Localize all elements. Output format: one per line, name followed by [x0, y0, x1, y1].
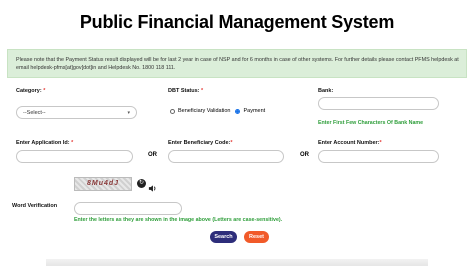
application-id-label: Enter Application Id: * [16, 140, 74, 146]
or-separator-2: OR [300, 152, 309, 158]
application-id-input[interactable] [16, 150, 133, 163]
page-title: Public Financial Management System [79, 12, 395, 32]
word-verification-label: Word Verification [12, 203, 58, 209]
radio-beneficiary-validation[interactable] [170, 108, 175, 114]
account-number-input[interactable] [318, 150, 439, 163]
radio-payment-label: Payment [243, 108, 266, 114]
beneficiary-code-input[interactable] [168, 150, 284, 163]
notice-text: Please note that the Payment Status resu… [16, 57, 459, 71]
search-button[interactable]: Search [210, 231, 237, 243]
footer-shadow [46, 259, 428, 266]
chevron-down-icon: ▾ [127, 109, 130, 116]
captcha-hint: Enter the letters as they are shown in t… [74, 217, 283, 223]
category-selected-value: --Select-- [23, 109, 46, 116]
bank-label: Bank: [318, 88, 334, 94]
dbt-status-label: DBT Status: * [168, 88, 204, 94]
speaker-icon[interactable] [148, 180, 157, 192]
bank-hint: Enter First Few Characters Of Bank Name [318, 120, 424, 126]
dbt-status-radio-group: Beneficiary Validation Payment [170, 108, 265, 114]
category-select[interactable]: --Select-- ▾ [16, 106, 137, 119]
beneficiary-code-label: Enter Beneficiary Code:* [168, 140, 233, 146]
account-number-label: Enter Account Number:* [318, 140, 382, 146]
refresh-icon[interactable]: ↻ [137, 179, 146, 188]
category-label: Category: * [16, 88, 46, 94]
bank-input[interactable] [318, 97, 439, 110]
reset-button[interactable]: Reset [244, 231, 269, 243]
captcha-input[interactable] [74, 202, 182, 215]
captcha-image: 8Mu4dJ [74, 177, 132, 191]
or-separator: OR [148, 152, 157, 158]
radio-beneficiary-validation-label: Beneficiary Validation [178, 108, 231, 114]
notice-banner: Please note that the Payment Status resu… [7, 49, 467, 78]
radio-payment[interactable] [235, 108, 241, 114]
